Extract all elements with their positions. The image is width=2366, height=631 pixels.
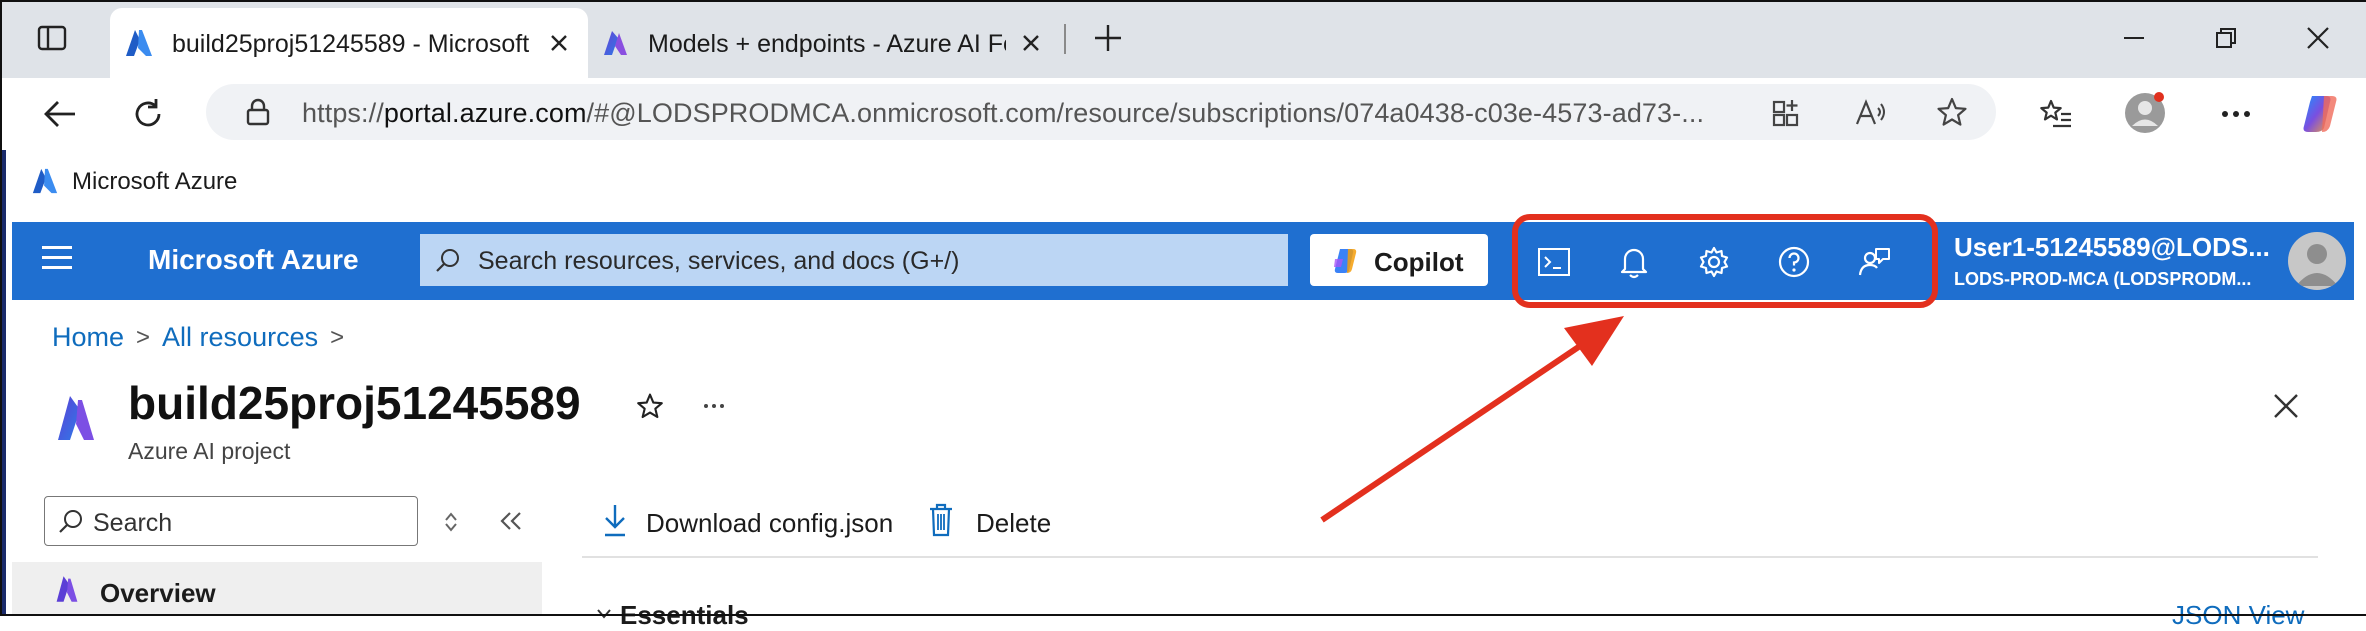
chevron-right-icon: > (330, 323, 345, 351)
divider (582, 556, 2318, 558)
breadcrumb-home[interactable]: Home (52, 322, 124, 353)
sidebar-item-label: Overview (100, 578, 216, 608)
download-config-button[interactable]: Download config.json (646, 508, 893, 539)
sidebar-item-overview[interactable]: Overview (12, 562, 542, 616)
page-subtitle: Azure AI project (128, 438, 291, 464)
search-icon (57, 507, 85, 535)
breadcrumb-all-resources[interactable]: All resources (162, 322, 318, 353)
chevron-right-icon: > (136, 323, 151, 351)
ai-project-icon (54, 392, 98, 444)
close-blade-icon[interactable] (2264, 384, 2308, 428)
ai-project-icon (52, 574, 82, 604)
sidebar-search-placeholder: Search (93, 509, 173, 537)
download-icon[interactable] (600, 500, 630, 540)
sidebar-search-input[interactable]: Search (44, 496, 418, 546)
more-actions-icon[interactable] (696, 388, 732, 424)
pin-star-icon[interactable] (632, 388, 668, 424)
chevron-down-icon[interactable] (594, 604, 614, 624)
collapse-sidebar-icon[interactable] (494, 504, 528, 538)
delete-trash-icon[interactable] (926, 500, 956, 540)
page-title: build25proj51245589 (128, 377, 581, 429)
sort-icon[interactable] (438, 506, 464, 538)
delete-button[interactable]: Delete (976, 508, 1051, 539)
breadcrumb: Home > All resources > (52, 322, 356, 353)
